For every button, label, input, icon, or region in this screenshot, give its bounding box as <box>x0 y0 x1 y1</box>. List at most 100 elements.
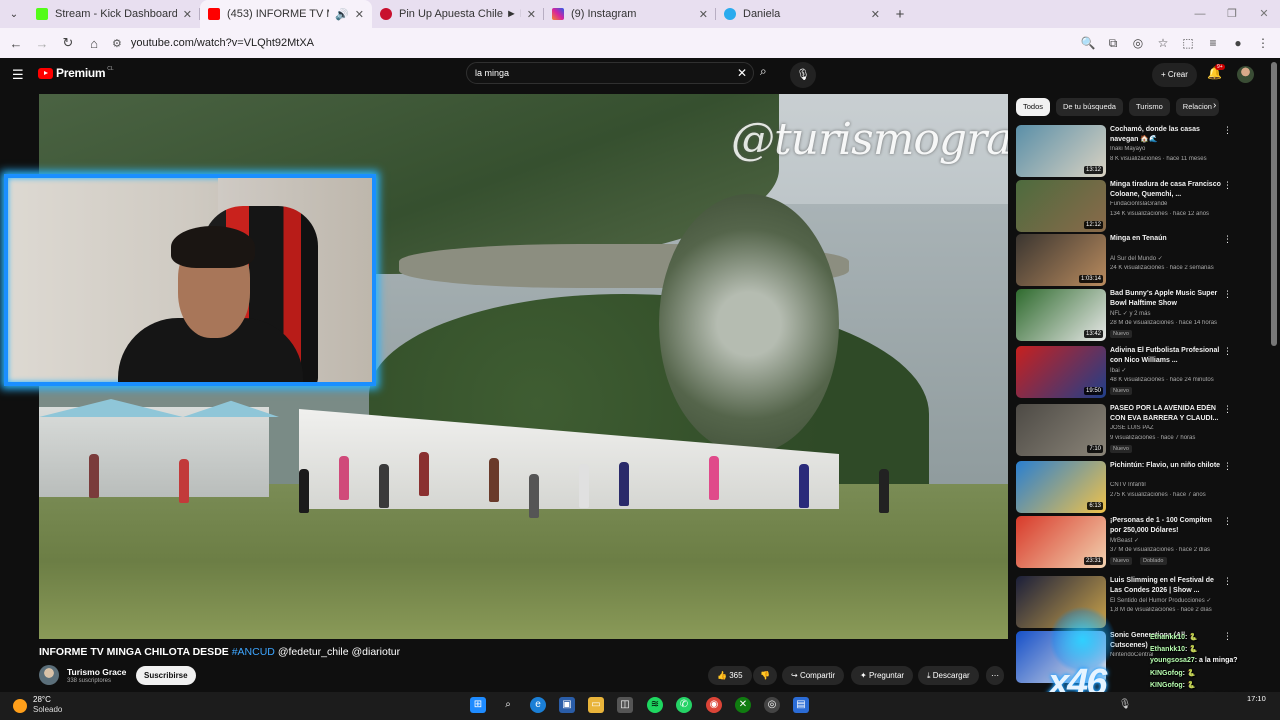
browser-tab-4[interactable]: Daniela ✕ <box>716 0 888 28</box>
more-options-icon[interactable]: ⋮ <box>1223 289 1232 300</box>
dislike-button[interactable]: 👎 <box>753 666 777 685</box>
recommendation-title[interactable]: Minga en Tenaún <box>1110 234 1222 244</box>
notepad-icon[interactable]: ▤ <box>793 697 809 713</box>
close-window-icon[interactable]: ✕ <box>1248 0 1280 28</box>
browser-menu-icon[interactable]: ⋮ <box>1252 36 1274 50</box>
close-tab-icon[interactable]: ✕ <box>527 8 536 21</box>
voice-search-icon[interactable]: 🎙 <box>790 62 816 88</box>
page-scrollbar[interactable] <box>1271 62 1277 346</box>
edge-icon[interactable]: e <box>530 697 546 713</box>
sun-icon[interactable] <box>13 699 27 713</box>
clear-search-icon[interactable]: ✕ <box>737 66 747 80</box>
recommendation-title[interactable]: Adivina El Futbolista Profesional con Ni… <box>1110 346 1222 366</box>
recommendation-title[interactable]: Pichintún: Flavio, un niño chilote <box>1110 461 1222 471</box>
app-icon[interactable]: ◫ <box>617 697 633 713</box>
close-tab-icon[interactable]: ✕ <box>871 8 880 21</box>
spotify-icon[interactable]: ≋ <box>647 697 663 713</box>
like-button[interactable]: 👍 365 <box>708 666 752 685</box>
chip-turismo[interactable]: Turismo <box>1128 98 1170 116</box>
recommendation-item[interactable]: 19:50 Adivina El Futbolista Profesional c… <box>1016 346 1236 400</box>
close-tab-icon[interactable]: ✕ <box>183 8 192 21</box>
windows-start-icon[interactable]: ⊞ <box>470 697 486 713</box>
ask-button[interactable]: ✦ Preguntar <box>851 666 914 685</box>
hashtag-link[interactable]: #ANCUD <box>232 646 275 658</box>
recommendation-channel[interactable]: MrBeast ✓ <box>1110 537 1228 544</box>
video-thumbnail[interactable]: 13:42 <box>1016 289 1106 341</box>
weather-temperature[interactable]: 28°C <box>33 695 51 704</box>
site-info-icon[interactable]: ⚙ <box>112 37 122 50</box>
more-options-icon[interactable]: ⋮ <box>1223 180 1232 191</box>
browser-tab-0[interactable]: Stream - Kick Dashboard ✕ <box>28 0 200 28</box>
video-thumbnail[interactable]: 6:13 <box>1016 461 1106 513</box>
recommendation-item[interactable]: 7:10 PASEÓ POR LA AVENIDA EDÉN CON EVA BA… <box>1016 404 1236 458</box>
speaker-icon[interactable]: 🔊 <box>335 8 349 21</box>
subscribe-button[interactable]: Suscribirse <box>136 666 196 685</box>
recommendation-channel[interactable]: FundacionIslaGrande <box>1110 201 1228 207</box>
more-actions-icon[interactable]: ⋯ <box>986 666 1004 685</box>
browser-tab-1[interactable]: (453) INFORME TV MINGA 🔊 ✕ <box>200 0 372 28</box>
chip-todos[interactable]: Todos <box>1016 98 1051 116</box>
chip-de-tu-busqueda[interactable]: De tu búsqueda <box>1056 98 1123 116</box>
home-icon[interactable]: ⌂ <box>82 36 106 51</box>
recommendation-title[interactable]: PASEÓ POR LA AVENIDA EDÉN CON EVA BARRER… <box>1110 404 1222 424</box>
search-icon[interactable]: ⌕ <box>760 64 767 79</box>
video-thumbnail[interactable]: 1:03:14 <box>1016 234 1106 286</box>
taskbar-search-icon[interactable]: ⌕ <box>500 697 516 713</box>
minimize-icon[interactable]: — <box>1184 0 1216 28</box>
account-avatar[interactable] <box>1237 66 1254 83</box>
recommendation-channel[interactable]: CNTV Infantil <box>1110 482 1228 488</box>
close-tab-icon[interactable]: ✕ <box>699 8 708 21</box>
search-input[interactable]: la minga <box>466 62 754 84</box>
store-icon[interactable]: ▣ <box>559 697 575 713</box>
recommendation-channel[interactable]: Al Sur del Mundo ✓ <box>1110 255 1228 262</box>
reload-icon[interactable]: ↻ <box>56 35 80 51</box>
obs-icon[interactable]: ◎ <box>764 697 780 713</box>
recommendation-title[interactable]: Luis Slimming en el Festival de Las Cond… <box>1110 576 1222 596</box>
recommendation-title[interactable]: Cochamó, donde las casas navegan 🏠🌊 <box>1110 125 1222 145</box>
recommendation-title[interactable]: Minga tiradura de casa Francisco Coloane… <box>1110 180 1222 200</box>
video-thumbnail[interactable]: 12:12 <box>1016 180 1106 232</box>
address-bar[interactable]: ⚙ youtube.com/watch?v=VLQht92MtXA <box>104 31 1164 55</box>
close-tab-icon[interactable]: ✕ <box>355 8 364 21</box>
channel-name[interactable]: Turismo Grace <box>67 667 126 677</box>
recommendation-item[interactable]: 6:13 Pichintún: Flavio, un niño chilote CN… <box>1016 461 1236 515</box>
more-options-icon[interactable]: ⋮ <box>1223 404 1232 415</box>
browser-tab-3[interactable]: (9) Instagram ✕ <box>544 0 716 28</box>
tab-search-icon[interactable]: ⌄ <box>0 0 28 28</box>
extensions-icon[interactable]: ⬚ <box>1177 36 1199 50</box>
reading-list-icon[interactable]: ≡ <box>1202 36 1224 50</box>
download-button[interactable]: ⤓ Descargar <box>918 666 979 685</box>
recommendation-item[interactable]: 23:31 ¡Personas de 1 - 100 Compiten por 2… <box>1016 516 1236 570</box>
install-icon[interactable]: ⧉ <box>1102 36 1124 51</box>
mic-tray-icon[interactable]: 🎙 <box>1117 697 1133 713</box>
recommendation-title[interactable]: ¡Personas de 1 - 100 Compiten por 250,00… <box>1110 516 1222 536</box>
recommendation-item[interactable]: 1:03:14 Minga en Tenaún Al Sur del Mundo ✓… <box>1016 234 1236 288</box>
video-thumbnail[interactable]: 19:50 <box>1016 346 1106 398</box>
back-icon[interactable]: ← <box>4 36 28 51</box>
more-options-icon[interactable]: ⋮ <box>1223 234 1232 245</box>
youtube-logo[interactable]: Premium CL <box>38 66 114 80</box>
chevron-right-icon[interactable]: › <box>1213 100 1216 111</box>
bookmark-star-icon[interactable]: ☆ <box>1152 36 1174 50</box>
hamburger-menu-icon[interactable]: ☰ <box>12 67 24 83</box>
recommendation-item[interactable]: 12:12 Minga tiradura de casa Francisco Co… <box>1016 180 1236 234</box>
channel-avatar[interactable] <box>39 665 59 685</box>
weather-condition[interactable]: Soleado <box>33 705 62 714</box>
more-options-icon[interactable]: ⋮ <box>1223 461 1232 472</box>
whatsapp-icon[interactable]: ✆ <box>676 697 692 713</box>
recommendation-channel[interactable]: Iñaki Mayayo <box>1110 146 1228 152</box>
new-tab-button[interactable]: + <box>888 6 912 23</box>
forward-icon[interactable]: → <box>30 36 54 51</box>
video-thumbnail[interactable]: 7:10 <box>1016 404 1106 456</box>
more-options-icon[interactable]: ⋮ <box>1223 125 1232 136</box>
recommendation-channel[interactable]: Ibai ✓ <box>1110 367 1228 374</box>
recommendation-item[interactable]: 13:42 Bad Bunny's Apple Music Super Bowl … <box>1016 289 1236 343</box>
video-thumbnail[interactable]: 13:12 <box>1016 125 1106 177</box>
zoom-icon[interactable]: 🔍 <box>1077 36 1099 50</box>
share-button[interactable]: ↪ Compartir <box>782 666 845 685</box>
create-button[interactable]: + Crear <box>1152 63 1197 87</box>
recommendation-title[interactable]: Bad Bunny's Apple Music Super Bowl Halft… <box>1110 289 1222 309</box>
taskbar-clock[interactable]: 17:10 <box>1247 694 1266 703</box>
browser-tab-2[interactable]: Pin Up Apuesta Chile ► Libro d ✕ <box>372 0 544 28</box>
recommendation-item[interactable]: Luis Slimming en el Festival de Las Cond… <box>1016 576 1236 630</box>
